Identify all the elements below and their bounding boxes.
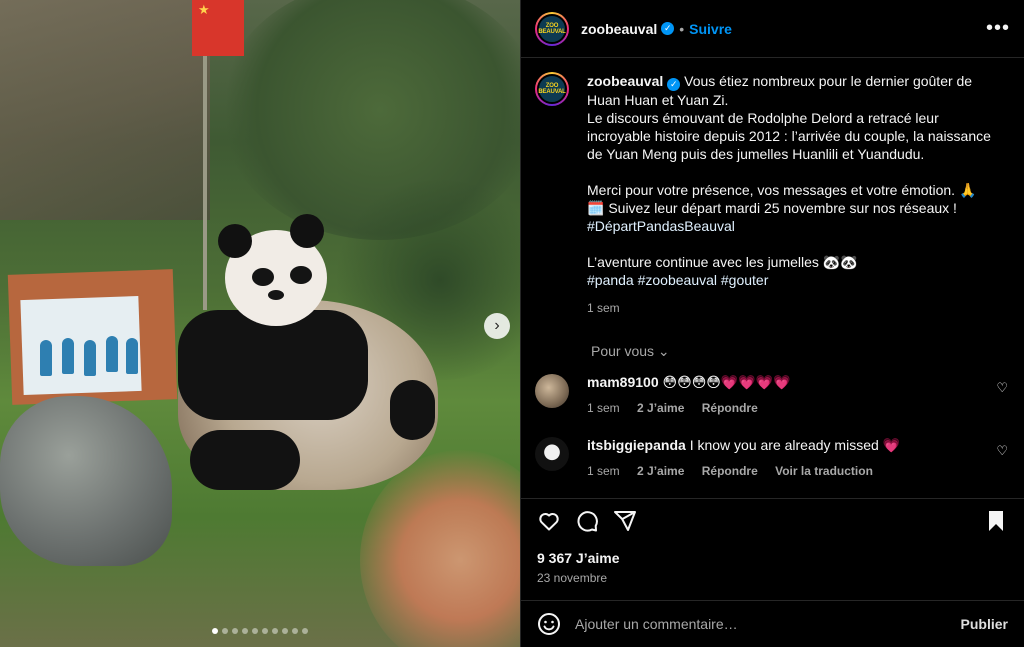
carousel-dot[interactable] bbox=[212, 628, 218, 634]
avatar[interactable]: ZOO BEAUVAL bbox=[535, 72, 569, 106]
figurine bbox=[84, 340, 96, 376]
comment-body: mam89100 😳😳😳😳💗💗💗💗 1 sem 2 J’aime Répondr… bbox=[587, 374, 791, 415]
logo-text: BEAUVAL bbox=[538, 28, 566, 35]
caption-line: L’aventure continue avec les jumelles 🐼🐼 bbox=[587, 254, 858, 270]
flag-star-icon: ★ bbox=[198, 2, 210, 17]
avatar[interactable] bbox=[535, 437, 569, 471]
comment-meta: 1 sem 2 J’aime Répondre Voir la traducti… bbox=[587, 464, 900, 478]
carousel-dot[interactable] bbox=[302, 628, 308, 634]
like-comment-heart-icon[interactable]: ♡ bbox=[996, 380, 1008, 396]
logo-text: BEAUVAL bbox=[538, 89, 566, 95]
zoobeauval-logo: ZOO BEAUVAL bbox=[537, 74, 567, 104]
username-link[interactable]: zoobeauval bbox=[581, 21, 657, 37]
verified-icon: ✓ bbox=[667, 78, 681, 91]
rock bbox=[0, 396, 172, 566]
more-options-icon[interactable]: ••• bbox=[986, 17, 1010, 40]
see-more-button[interactable]: Pour vous ⌄ bbox=[591, 343, 1008, 360]
caption-line: 🗓️ Suivez leur départ mardi 25 novembre … bbox=[587, 200, 957, 216]
comment-text: I know you are already missed 💗 bbox=[689, 437, 901, 453]
comment-likes[interactable]: 2 J’aime bbox=[637, 401, 684, 415]
panda-eye-left bbox=[252, 268, 274, 286]
comment-username[interactable]: mam89100 bbox=[587, 374, 659, 390]
comment-username[interactable]: itsbiggiepanda bbox=[587, 437, 686, 453]
carousel-dot[interactable] bbox=[262, 628, 268, 634]
separator-dot: • bbox=[679, 20, 685, 37]
comment-likes[interactable]: 2 J’aime bbox=[637, 464, 684, 478]
carousel-dot[interactable] bbox=[222, 628, 228, 634]
panda-paw-right bbox=[390, 380, 435, 440]
panda-leg-left bbox=[190, 430, 300, 490]
likes-count[interactable]: 9 367 J’aime bbox=[537, 550, 620, 566]
post-caption: zoobeauval ✓ Vous étiez nombreux pour le … bbox=[587, 72, 991, 317]
reply-button[interactable]: Répondre bbox=[702, 464, 758, 478]
caption-gap bbox=[587, 235, 991, 253]
post-actions-bar bbox=[521, 498, 1024, 542]
comment-meta: 1 sem 2 J’aime Répondre bbox=[587, 401, 791, 415]
panda-shoulders bbox=[178, 310, 368, 420]
post-header: ZOO BEAUVAL zoobeauval ✓ • Suivre ••• bbox=[521, 0, 1024, 58]
hashtag-links[interactable]: #panda #zoobeauval #gouter bbox=[587, 271, 991, 289]
carousel-dot[interactable] bbox=[292, 628, 298, 634]
caption-time: 1 sem bbox=[587, 301, 620, 315]
panda-nose bbox=[268, 290, 284, 300]
comment-text: 😳😳😳😳💗💗💗💗 bbox=[662, 374, 791, 390]
caption-gap bbox=[587, 163, 991, 181]
comment-item: mam89100 😳😳😳😳💗💗💗💗 1 sem 2 J’aime Répondr… bbox=[535, 374, 1008, 415]
post-side-panel: ZOO BEAUVAL zoobeauval ✓ • Suivre ••• ZO… bbox=[520, 0, 1024, 647]
emoji-icon[interactable] bbox=[537, 612, 561, 636]
post-photo[interactable]: ★ › bbox=[0, 0, 520, 647]
share-paper-plane-icon[interactable] bbox=[613, 509, 637, 533]
comment-time: 1 sem bbox=[587, 464, 620, 478]
panda-ear-left bbox=[218, 224, 252, 258]
translate-button[interactable]: Voir la traduction bbox=[775, 464, 873, 478]
flag-pole bbox=[203, 40, 207, 310]
hashtag-link[interactable]: #DépartPandasBeauval bbox=[587, 217, 991, 235]
comment-body: itsbiggiepanda I know you are already mi… bbox=[587, 437, 900, 478]
carousel-dots bbox=[0, 628, 520, 634]
like-heart-icon[interactable] bbox=[537, 509, 561, 533]
verified-icon: ✓ bbox=[661, 22, 675, 35]
post-date: 23 novembre bbox=[537, 571, 608, 585]
follow-button[interactable]: Suivre bbox=[689, 21, 732, 37]
comment-input[interactable]: Ajouter un commentaire… bbox=[575, 616, 961, 632]
panda-eye-right bbox=[290, 266, 312, 284]
box-interior bbox=[20, 295, 142, 396]
figurine bbox=[40, 340, 52, 376]
carousel-dot[interactable] bbox=[232, 628, 238, 634]
figurine bbox=[126, 338, 138, 374]
like-comment-heart-icon[interactable]: ♡ bbox=[996, 443, 1008, 459]
background-wall bbox=[0, 0, 210, 220]
caption-line: Le discours émouvant de Rodolphe Delord … bbox=[587, 110, 991, 162]
saved-bookmark-icon[interactable] bbox=[984, 509, 1008, 533]
carousel-dot[interactable] bbox=[242, 628, 248, 634]
comments-area[interactable]: ZOO BEAUVAL zoobeauval ✓ Vous étiez nombr… bbox=[521, 58, 1024, 498]
caption-row: ZOO BEAUVAL zoobeauval ✓ Vous étiez nombr… bbox=[535, 72, 1008, 317]
comment-time: 1 sem bbox=[587, 401, 620, 415]
figurine bbox=[62, 338, 74, 374]
figurine bbox=[106, 336, 118, 372]
panda-ear-right bbox=[290, 214, 324, 248]
avatar[interactable]: ZOO BEAUVAL bbox=[535, 11, 569, 46]
carousel-dot[interactable] bbox=[282, 628, 288, 634]
add-comment-bar: Ajouter un commentaire… Publier bbox=[521, 600, 1024, 647]
caption-meta: 1 sem bbox=[587, 299, 991, 317]
next-slide-button[interactable]: › bbox=[484, 313, 510, 339]
comment-item: itsbiggiepanda I know you are already mi… bbox=[535, 437, 1008, 478]
zoobeauval-logo: ZOO BEAUVAL bbox=[537, 13, 567, 44]
instagram-post-viewer: ★ › ZOO BEAUVAL zoobeauval ✓ • Suivre ••… bbox=[0, 0, 1024, 647]
avatar[interactable] bbox=[535, 374, 569, 408]
comment-bubble-icon[interactable] bbox=[575, 509, 599, 533]
publish-button[interactable]: Publier bbox=[961, 616, 1008, 632]
carousel-dot[interactable] bbox=[272, 628, 278, 634]
caption-username[interactable]: zoobeauval bbox=[587, 73, 663, 89]
carousel-dot[interactable] bbox=[252, 628, 258, 634]
caption-line: Merci pour votre présence, vos messages … bbox=[587, 182, 977, 198]
reply-button[interactable]: Répondre bbox=[702, 401, 758, 415]
